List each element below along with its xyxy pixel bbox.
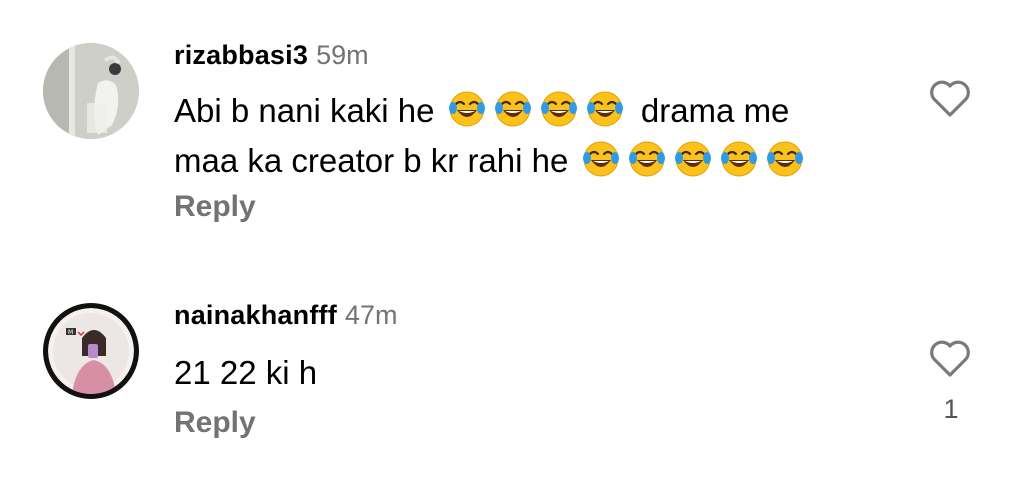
svg-text:M: M — [68, 329, 73, 336]
like-count: 1 — [943, 394, 959, 424]
avatar[interactable] — [43, 43, 139, 139]
comment-text: 21 22 ki h — [174, 348, 317, 398]
comment-text-segment: drama me — [640, 92, 790, 129]
reply-button[interactable]: Reply — [174, 406, 256, 440]
timestamp: 59m — [316, 40, 369, 70]
comment-text: Abi b nani kaki he drama me maa ka creat… — [174, 86, 812, 186]
comment-header: nainakhanfff 47m — [174, 300, 397, 331]
joy-emoji-icon — [628, 140, 666, 178]
joy-emoji-icon — [586, 90, 624, 128]
joy-emoji-icon — [540, 90, 578, 128]
joy-emoji-icon — [494, 90, 532, 128]
comment-text-line: maa ka creator b kr rahi he — [174, 136, 812, 186]
avatar[interactable]: M — [43, 303, 139, 399]
comment-text-line: Abi b nani kaki he drama me — [174, 86, 812, 136]
username[interactable]: rizabbasi3 — [174, 40, 308, 70]
reply-button[interactable]: Reply — [174, 190, 256, 224]
joy-emoji-icon — [766, 140, 804, 178]
joy-emoji-icon — [674, 140, 712, 178]
username[interactable]: nainakhanfff — [174, 300, 337, 330]
joy-emoji-icon — [720, 140, 758, 178]
comment-text-segment: Abi b nani kaki he — [174, 92, 435, 129]
comment-text-segment: maa ka creator b kr rahi he — [174, 142, 569, 179]
heart-outline-icon[interactable] — [928, 338, 972, 378]
timestamp: 47m — [344, 300, 398, 330]
comment-text-segment: 21 22 ki h — [174, 354, 318, 391]
heart-outline-icon[interactable] — [928, 78, 972, 118]
joy-emoji-icon — [448, 90, 486, 128]
comment-header: rizabbasi3 59m — [174, 40, 369, 71]
joy-emoji-icon — [582, 140, 620, 178]
